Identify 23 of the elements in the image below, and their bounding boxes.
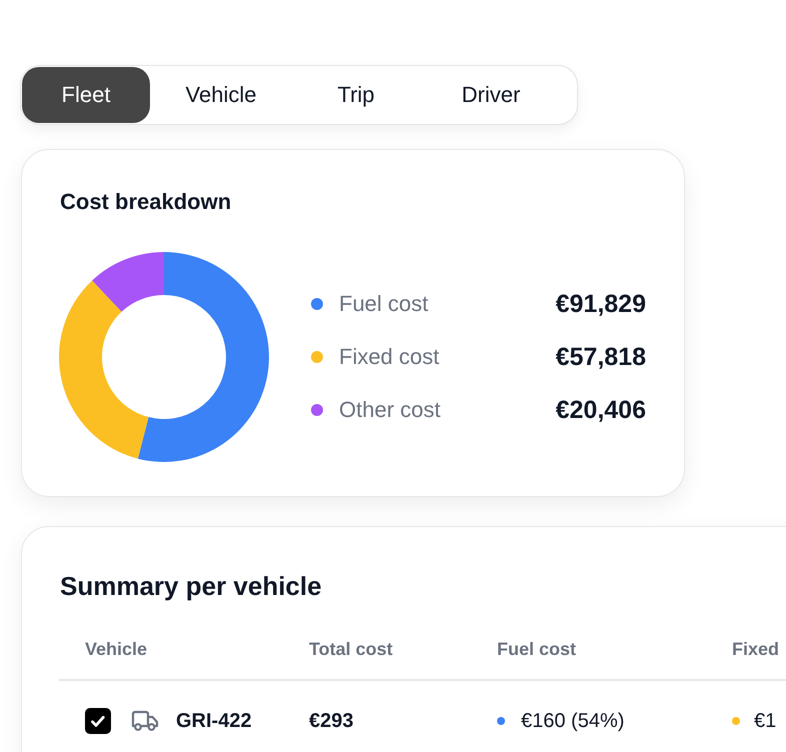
fuel-cost-cell: €160 (54%) (521, 710, 624, 732)
column-header: Fixed (732, 638, 780, 660)
legend-value: €20,406 (556, 396, 646, 424)
legend-label: Fuel cost (339, 290, 428, 318)
card-title: Summary per vehicle (60, 571, 322, 601)
legend-value: €57,818 (556, 343, 646, 371)
legend-value: €91,829 (556, 290, 646, 318)
tab[interactable]: Fleet (22, 67, 150, 123)
tab[interactable]: Trip (292, 67, 420, 123)
column-header: Total cost (309, 638, 393, 660)
table-cell: €1 (754, 710, 776, 732)
legend-label: Other cost (339, 396, 440, 424)
card-title: Cost breakdown (60, 189, 232, 215)
legend-label: Fixed cost (339, 343, 440, 371)
vehicle-plate: GRI-422 (176, 710, 252, 732)
tab[interactable]: Driver (427, 67, 555, 123)
total-cost-cell: €293 (309, 710, 354, 732)
column-header: Fuel cost (497, 638, 576, 660)
checkbox[interactable] (85, 708, 111, 734)
check-icon (91, 716, 105, 726)
column-header: Vehicle (85, 638, 148, 660)
tab[interactable]: Vehicle (157, 67, 285, 123)
truck-icon (131, 710, 159, 732)
